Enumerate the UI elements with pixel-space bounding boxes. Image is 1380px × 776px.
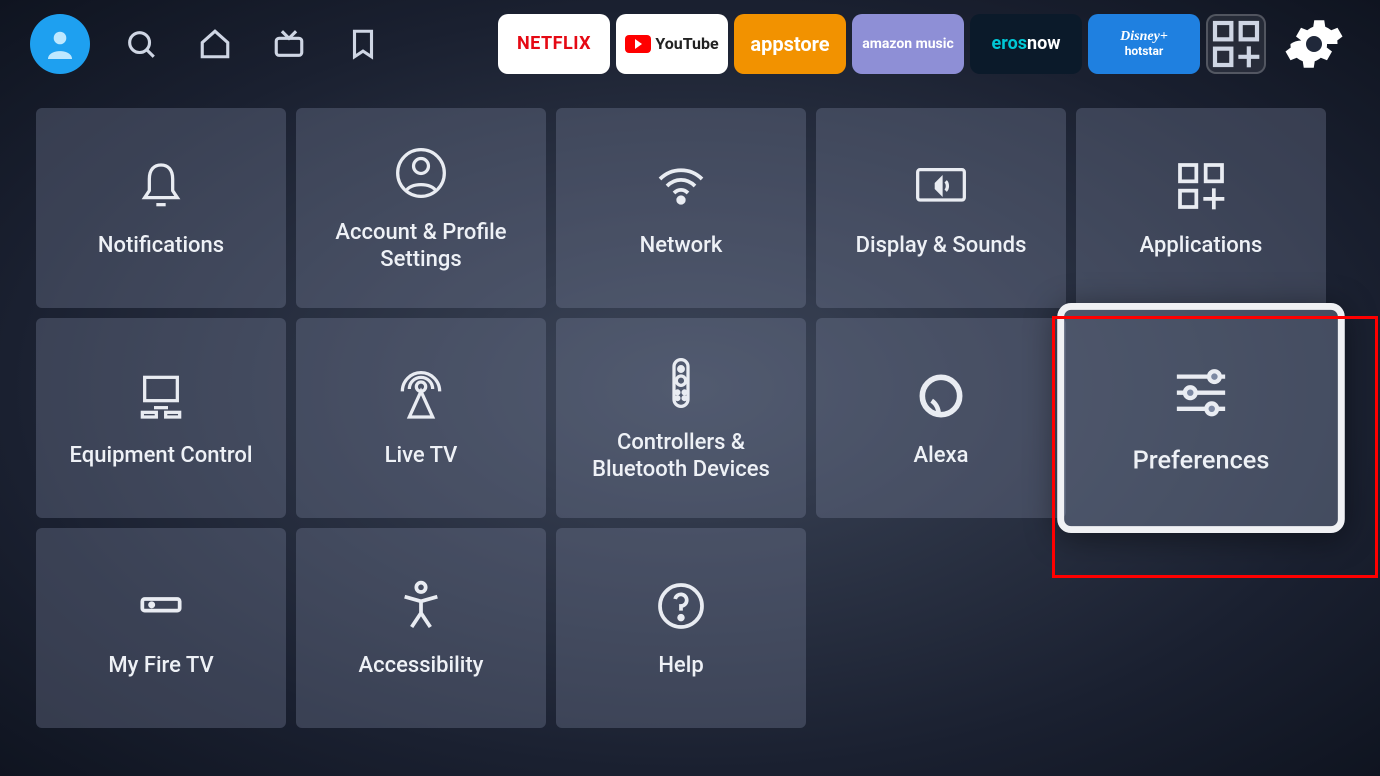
app-youtube-label: YouTube bbox=[655, 36, 718, 53]
app-amazon-music-label: amazon music bbox=[862, 37, 954, 52]
gear-icon bbox=[1284, 14, 1344, 74]
tile-network[interactable]: Network bbox=[556, 108, 806, 308]
apps-icon bbox=[1171, 156, 1231, 216]
bookmark-icon bbox=[346, 27, 380, 61]
top-toolbar: NETFLIX YouTube appstore amazon music er… bbox=[0, 0, 1380, 88]
profile-button[interactable] bbox=[30, 14, 90, 74]
tile-equipment-label: Equipment Control bbox=[56, 442, 267, 470]
tile-alexa[interactable]: Alexa bbox=[816, 318, 1066, 518]
tile-display-sounds[interactable]: Display & Sounds bbox=[816, 108, 1066, 308]
app-erosnow-suffix: now bbox=[1027, 35, 1060, 54]
app-netflix-label: NETFLIX bbox=[517, 35, 591, 54]
bell-icon bbox=[131, 156, 191, 216]
help-icon bbox=[651, 576, 711, 636]
tile-account-label: Account & Profile Settings bbox=[296, 219, 546, 274]
app-youtube[interactable]: YouTube bbox=[616, 14, 728, 74]
equipment-icon bbox=[131, 366, 191, 426]
tile-preferences[interactable]: Preferences bbox=[1057, 303, 1345, 533]
tile-display-sounds-label: Display & Sounds bbox=[842, 232, 1041, 260]
tile-my-fire-tv[interactable]: My Fire TV bbox=[36, 528, 286, 728]
profile-icon bbox=[42, 26, 78, 62]
tile-live-tv-label: Live TV bbox=[371, 442, 472, 470]
sliders-icon bbox=[1167, 358, 1236, 427]
apps-grid-icon bbox=[1208, 16, 1264, 72]
search-icon bbox=[124, 27, 158, 61]
app-amazon-music[interactable]: amazon music bbox=[852, 14, 964, 74]
tile-accessibility-label: Accessibility bbox=[345, 652, 498, 680]
youtube-play-icon bbox=[625, 35, 651, 53]
tile-notifications-label: Notifications bbox=[84, 232, 238, 260]
alexa-icon bbox=[911, 366, 971, 426]
tile-accessibility[interactable]: Accessibility bbox=[296, 528, 546, 728]
display-sound-icon bbox=[911, 156, 971, 216]
app-netflix[interactable]: NETFLIX bbox=[498, 14, 610, 74]
tile-alexa-label: Alexa bbox=[900, 442, 983, 470]
tile-notifications[interactable]: Notifications bbox=[36, 108, 286, 308]
tile-my-fire-tv-label: My Fire TV bbox=[94, 652, 227, 680]
home-icon bbox=[198, 27, 232, 61]
app-erosnow-prefix: eros bbox=[992, 35, 1027, 54]
tile-account[interactable]: Account & Profile Settings bbox=[296, 108, 546, 308]
broadcast-icon bbox=[391, 366, 451, 426]
accessibility-icon bbox=[391, 576, 451, 636]
app-hotstar[interactable]: Disney+ hotstar bbox=[1088, 14, 1200, 74]
device-icon bbox=[131, 576, 191, 636]
tile-controllers[interactable]: Controllers & Bluetooth Devices bbox=[556, 318, 806, 518]
app-hotstar-line2: hotstar bbox=[1125, 45, 1164, 58]
tile-help[interactable]: Help bbox=[556, 528, 806, 728]
tile-equipment-control[interactable]: Equipment Control bbox=[36, 318, 286, 518]
user-icon bbox=[391, 143, 451, 203]
home-button[interactable] bbox=[192, 21, 238, 67]
tile-network-label: Network bbox=[626, 232, 737, 260]
live-button[interactable] bbox=[266, 21, 312, 67]
bookmark-button[interactable] bbox=[340, 21, 386, 67]
tile-help-label: Help bbox=[644, 652, 717, 680]
tile-live-tv[interactable]: Live TV bbox=[296, 318, 546, 518]
app-erosnow[interactable]: erosnow bbox=[970, 14, 1082, 74]
search-button[interactable] bbox=[118, 21, 164, 67]
settings-grid: Notifications Account & Profile Settings… bbox=[0, 88, 1380, 748]
apps-strip: NETFLIX YouTube appstore amazon music er… bbox=[498, 8, 1350, 80]
app-hotstar-line1: Disney+ bbox=[1120, 30, 1168, 45]
apps-grid-button[interactable] bbox=[1206, 14, 1266, 74]
app-appstore[interactable]: appstore bbox=[734, 14, 846, 74]
remote-icon bbox=[651, 353, 711, 413]
tile-applications-label: Applications bbox=[1126, 232, 1277, 260]
toolbar-left-group bbox=[30, 14, 386, 74]
tile-preferences-label: Preferences bbox=[1117, 446, 1286, 478]
tile-applications[interactable]: Applications bbox=[1076, 108, 1326, 308]
wifi-icon bbox=[651, 156, 711, 216]
tile-controllers-label: Controllers & Bluetooth Devices bbox=[556, 429, 806, 484]
app-appstore-label: appstore bbox=[750, 34, 829, 55]
settings-button[interactable] bbox=[1278, 8, 1350, 80]
tv-icon bbox=[272, 27, 306, 61]
